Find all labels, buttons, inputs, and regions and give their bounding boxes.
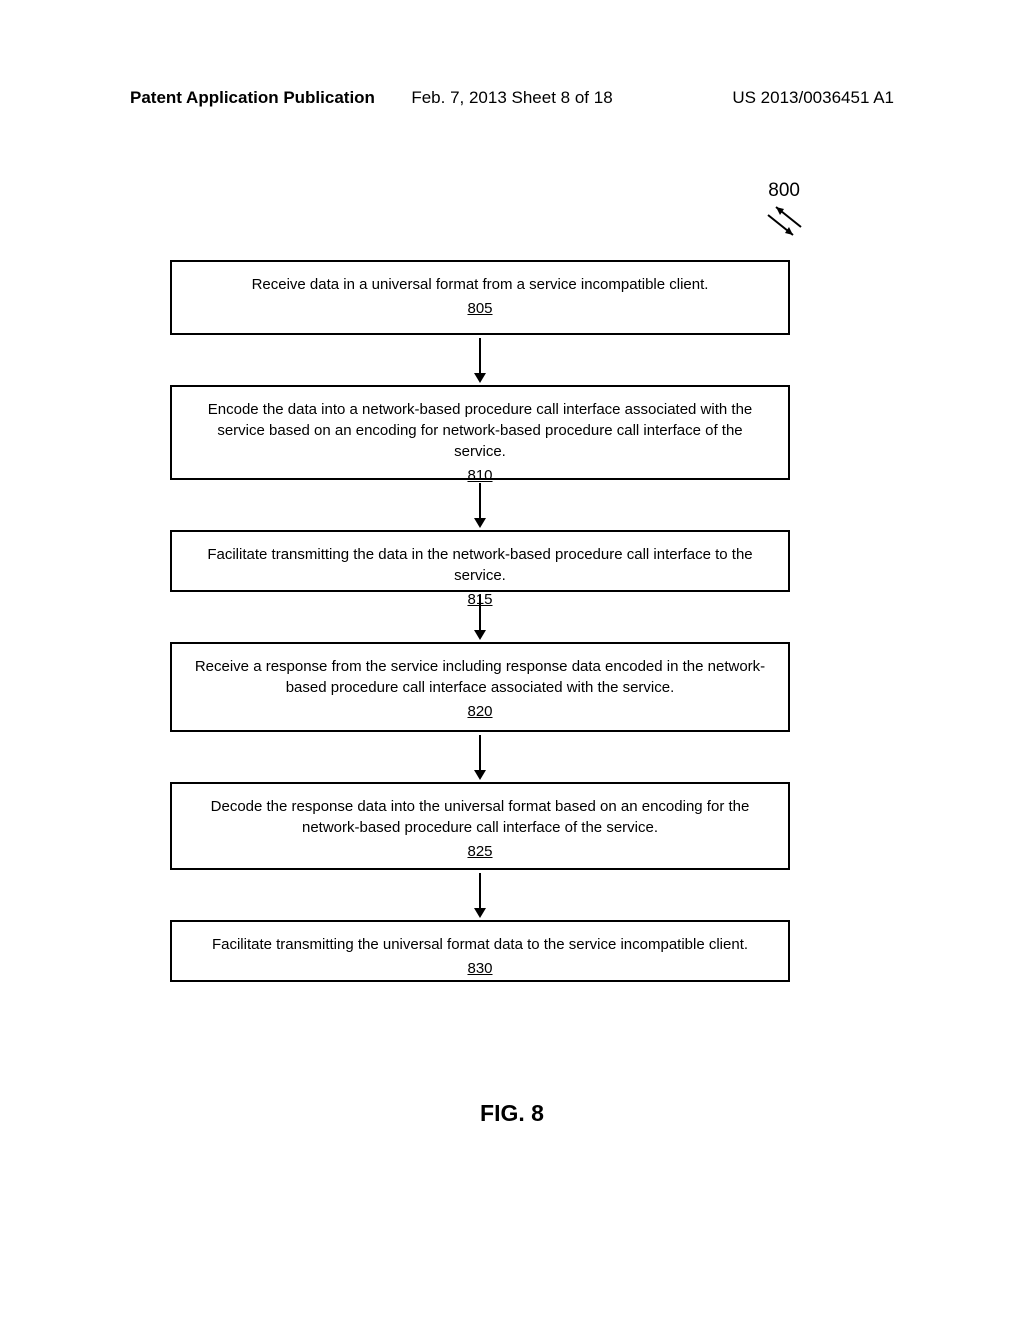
flowchart-reference-number: 800 xyxy=(768,180,800,202)
step-text: Facilitate transmitting the data in the … xyxy=(207,546,752,584)
header-pub-number: US 2013/0036451 A1 xyxy=(732,88,894,108)
page-header: Patent Application Publication Feb. 7, 2… xyxy=(0,88,1024,108)
header-date-sheet: Feb. 7, 2013 Sheet 8 of 18 xyxy=(411,88,612,108)
step-number: 830 xyxy=(192,958,768,979)
flowchart-step-810: Encode the data into a network-based pro… xyxy=(170,385,790,480)
header-publication-type: Patent Application Publication xyxy=(130,88,375,108)
flowchart-step-830: Facilitate transmitting the universal fo… xyxy=(170,920,790,982)
step-text: Facilitate transmitting the universal fo… xyxy=(212,936,748,953)
flowchart-step-815: Facilitate transmitting the data in the … xyxy=(170,530,790,592)
reference-arrow-icon xyxy=(758,205,808,250)
flowchart-step-805: Receive data in a universal format from … xyxy=(170,260,790,335)
flowchart-arrow xyxy=(170,592,790,642)
step-number: 820 xyxy=(192,701,768,722)
flowchart-arrow xyxy=(170,480,790,530)
figure-label: FIG. 8 xyxy=(0,1100,1024,1127)
flowchart-step-825: Decode the response data into the univer… xyxy=(170,782,790,870)
flowchart-step-820: Receive a response from the service incl… xyxy=(170,642,790,732)
flowchart-arrow xyxy=(170,732,790,782)
flowchart-diagram: 800 Receive data in a universal format f… xyxy=(170,260,790,982)
flowchart-arrow xyxy=(170,870,790,920)
step-text: Encode the data into a network-based pro… xyxy=(208,401,753,460)
step-number: 825 xyxy=(192,841,768,862)
step-text: Receive a response from the service incl… xyxy=(195,658,765,696)
step-text: Decode the response data into the univer… xyxy=(211,798,750,836)
step-text: Receive data in a universal format from … xyxy=(252,276,709,293)
step-number: 805 xyxy=(192,298,768,319)
flowchart-arrow xyxy=(170,335,790,385)
